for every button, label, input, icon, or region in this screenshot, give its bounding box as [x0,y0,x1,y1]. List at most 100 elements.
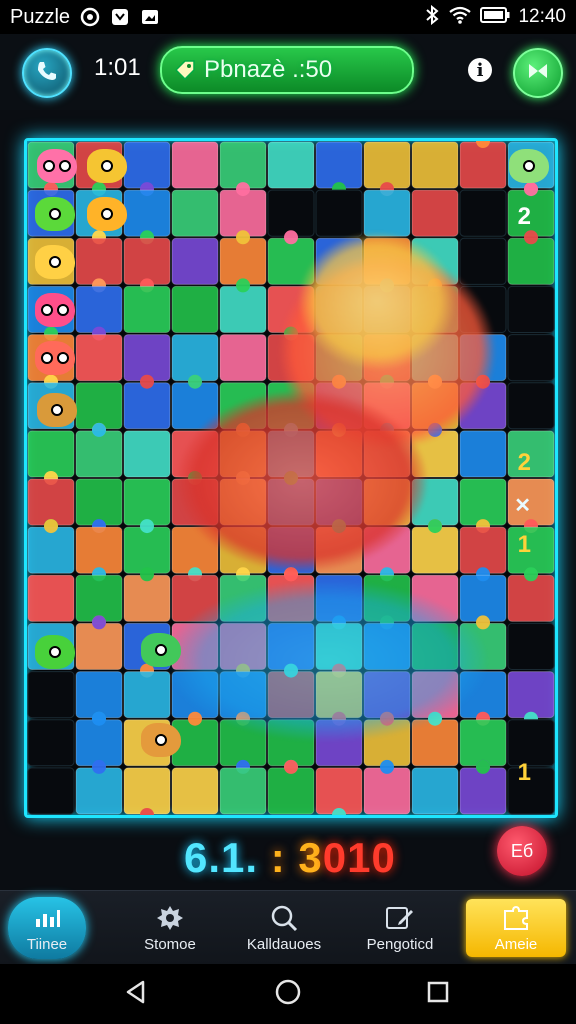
puzzle-piece[interactable] [219,719,267,767]
puzzle-piece[interactable] [267,285,315,333]
puzzle-piece[interactable] [363,237,411,285]
puzzle-piece[interactable] [75,671,123,719]
puzzle-piece[interactable] [363,526,411,574]
puzzle-piece[interactable] [459,430,507,478]
puzzle-piece[interactable] [411,189,459,237]
empty-slot[interactable] [507,767,555,815]
puzzle-piece[interactable] [411,334,459,382]
creature-piece[interactable] [87,149,127,183]
puzzle-piece[interactable] [315,285,363,333]
puzzle-piece[interactable] [267,141,315,189]
puzzle-piece[interactable] [267,430,315,478]
puzzle-piece[interactable] [315,430,363,478]
creature-piece[interactable] [37,393,77,427]
puzzle-piece[interactable] [315,767,363,815]
puzzle-piece[interactable] [411,671,459,719]
puzzle-piece[interactable] [75,478,123,526]
puzzle-piece[interactable] [507,671,555,719]
puzzle-piece[interactable] [459,478,507,526]
puzzle-piece[interactable] [411,237,459,285]
puzzle-piece[interactable] [171,671,219,719]
puzzle-piece[interactable] [27,526,75,574]
puzzle-piece[interactable] [171,574,219,622]
puzzle-piece[interactable] [507,237,555,285]
puzzle-piece[interactable] [411,285,459,333]
puzzle-piece[interactable] [219,478,267,526]
puzzle-piece[interactable] [507,526,555,574]
puzzle-piece[interactable] [267,334,315,382]
info-button[interactable]: i [468,58,492,82]
puzzle-piece[interactable] [267,574,315,622]
puzzle-piece[interactable] [411,141,459,189]
puzzle-piece[interactable] [75,526,123,574]
puzzle-piece[interactable] [75,622,123,670]
empty-slot[interactable] [507,382,555,430]
puzzle-piece[interactable] [315,671,363,719]
puzzle-piece[interactable] [459,574,507,622]
creature-piece[interactable] [35,635,75,669]
puzzle-piece[interactable] [219,141,267,189]
puzzle-piece[interactable] [123,526,171,574]
call-button[interactable] [22,48,72,98]
puzzle-piece[interactable] [459,334,507,382]
puzzle-piece[interactable] [75,334,123,382]
puzzle-piece[interactable] [315,141,363,189]
puzzle-piece[interactable] [27,574,75,622]
puzzle-piece[interactable] [363,574,411,622]
empty-slot[interactable] [27,767,75,815]
puzzle-piece[interactable] [219,671,267,719]
puzzle-piece[interactable] [219,574,267,622]
puzzle-piece[interactable] [267,671,315,719]
puzzle-piece[interactable] [315,478,363,526]
puzzle-piece[interactable] [363,478,411,526]
creature-piece[interactable] [35,245,75,279]
puzzle-piece[interactable] [219,285,267,333]
puzzle-piece[interactable] [315,622,363,670]
puzzle-piece[interactable] [363,382,411,430]
puzzle-piece[interactable] [171,141,219,189]
puzzle-piece[interactable] [171,526,219,574]
puzzle-piece[interactable] [171,478,219,526]
puzzle-piece[interactable] [459,526,507,574]
puzzle-piece[interactable] [267,526,315,574]
puzzle-piece[interactable] [315,574,363,622]
puzzle-piece[interactable] [459,141,507,189]
puzzle-piece[interactable] [171,382,219,430]
creature-piece[interactable] [141,633,181,667]
empty-slot[interactable] [459,285,507,333]
puzzle-piece[interactable] [123,285,171,333]
puzzle-piece[interactable] [123,574,171,622]
puzzle-piece[interactable] [267,382,315,430]
next-button[interactable] [513,48,563,98]
puzzle-piece[interactable] [267,767,315,815]
puzzle-piece[interactable] [363,141,411,189]
nav-ameie[interactable]: Ameie [466,899,566,957]
puzzle-piece[interactable] [171,189,219,237]
puzzle-piece[interactable] [75,237,123,285]
puzzle-piece[interactable] [75,574,123,622]
puzzle-piece[interactable] [459,671,507,719]
nav-home[interactable]: Tiinee [8,897,86,959]
action-button[interactable]: Eб [497,826,547,876]
puzzle-piece[interactable] [267,237,315,285]
puzzle-piece[interactable] [27,478,75,526]
puzzle-piece[interactable] [363,671,411,719]
recents-button[interactable] [424,980,452,1008]
puzzle-piece[interactable] [219,767,267,815]
puzzle-piece[interactable] [27,430,75,478]
puzzle-piece[interactable] [411,767,459,815]
puzzle-piece[interactable] [75,430,123,478]
puzzle-piece[interactable] [267,719,315,767]
back-button[interactable] [122,980,150,1008]
puzzle-piece[interactable] [411,526,459,574]
puzzle-piece[interactable] [219,382,267,430]
empty-slot[interactable] [459,189,507,237]
puzzle-piece[interactable] [363,430,411,478]
puzzle-piece[interactable] [219,430,267,478]
empty-slot[interactable] [507,622,555,670]
puzzle-piece[interactable] [219,237,267,285]
puzzle-piece[interactable] [123,189,171,237]
puzzle-piece[interactable] [219,526,267,574]
nav-stomoe[interactable]: Stomoe [126,891,214,965]
puzzle-piece[interactable] [459,382,507,430]
